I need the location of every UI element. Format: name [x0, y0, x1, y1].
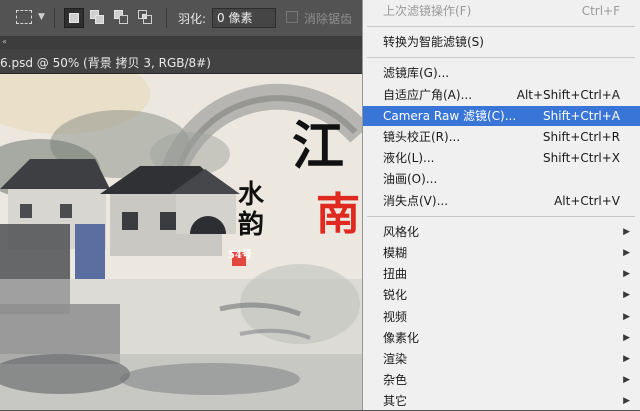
- menu-item-shortcut: Alt+Ctrl+V: [554, 193, 620, 208]
- menu-item[interactable]: 转换为智能滤镜(S): [363, 32, 640, 52]
- menu-item[interactable]: 模糊 ▶: [363, 243, 640, 263]
- menu-item-shortcut: Ctrl+F: [581, 4, 620, 18]
- menu-item-shortcut: Alt+Shift+Ctrl+A: [516, 87, 620, 102]
- add-to-selection-button[interactable]: [88, 8, 108, 28]
- submenu-arrow-icon: ▶: [623, 269, 630, 280]
- menu-item-label: 镜头校正(R)...: [383, 130, 461, 144]
- menu-item-label: 模糊: [383, 246, 408, 260]
- menu-separator: [367, 26, 635, 28]
- menu-item[interactable]: 风格化 ▶: [363, 222, 640, 242]
- menu-item-label: 渲染: [383, 352, 408, 366]
- document-canvas[interactable]: 江 南 水 韵 54号: [0, 74, 362, 410]
- submenu-arrow-icon: ▶: [623, 396, 630, 407]
- divider: [54, 8, 55, 28]
- menu-item-label: 自适应广角(A)...: [383, 87, 473, 102]
- antialias-checkbox[interactable]: [286, 11, 298, 23]
- menu-item-label: 视频: [383, 309, 408, 324]
- menu-item[interactable]: 滤镜库(G)...: [363, 63, 640, 83]
- intersect-selection-button[interactable]: [136, 8, 156, 28]
- submenu-arrow-icon: ▶: [623, 248, 630, 258]
- menu-item: 上次滤镜操作(F) Ctrl+F: [363, 1, 640, 21]
- menu-item-label: 杂色: [383, 373, 408, 388]
- menu-item[interactable]: 锐化 ▶: [363, 285, 640, 305]
- menu-item-label: 扭曲: [383, 267, 408, 282]
- filter-menu: 上次滤镜操作(F) Ctrl+F 转换为智能滤镜(S) 滤镜库(G)... 自适应广角(…: [362, 0, 640, 410]
- menu-item[interactable]: 镜头校正(R)... Shift+Ctrl+R: [363, 127, 640, 147]
- menu-separator: [367, 57, 635, 59]
- menu-item-shortcut: Shift+Ctrl+R: [542, 130, 620, 144]
- menu-item-label: 转换为智能滤镜(S): [383, 35, 484, 50]
- antialias-label: 消除锯齿: [304, 12, 353, 26]
- menu-item-label: 液化(L)...: [383, 151, 435, 166]
- menu-item-label: 其它: [383, 394, 408, 409]
- menu-item[interactable]: 消失点(V)... Alt+Ctrl+V: [363, 191, 640, 211]
- submenu-arrow-icon: ▶: [623, 375, 630, 386]
- menu-item-label: 锐化: [383, 288, 408, 303]
- submenu-arrow-icon: ▶: [623, 311, 630, 322]
- menu-item-label: Camera Raw 滤镜(C)...: [383, 108, 517, 123]
- menu-item-label: 风格化: [383, 224, 420, 239]
- tab-strip: «: [0, 37, 362, 49]
- submenu-arrow-icon: ▶: [623, 354, 630, 364]
- menu-item[interactable]: 杂色 ▶: [363, 370, 640, 390]
- document-tab[interactable]: 6.psd @ 50% (背景 拷贝 3, RGB/8#): [0, 49, 362, 74]
- calligraphy-yun: 韵: [238, 210, 265, 240]
- feather-input[interactable]: 0 像素: [212, 8, 276, 28]
- tool-preset-dropdown-icon[interactable]: ▼: [38, 12, 45, 22]
- menu-item[interactable]: 像素化 ▶: [363, 328, 640, 348]
- rectangular-marquee-icon[interactable]: [16, 10, 32, 24]
- tab-scroll-icon[interactable]: «: [2, 37, 7, 47]
- menu-separator: [367, 215, 635, 217]
- document-title: 6.psd @ 50% (背景 拷贝 3, RGB/8#): [0, 56, 211, 70]
- calligraphy-jiang: 江: [292, 116, 345, 177]
- menu-item-label: 像素化: [383, 330, 420, 345]
- menu-item-label: 滤镜库(G)...: [383, 66, 450, 81]
- menu-item-shortcut: Shift+Ctrl+A: [543, 108, 620, 123]
- menu-item[interactable]: 视频 ▶: [363, 307, 640, 327]
- menu-item-label: 消失点(V)...: [383, 193, 449, 208]
- menu-item[interactable]: 油画(O)...: [363, 169, 640, 189]
- new-selection-button[interactable]: [64, 8, 84, 28]
- menu-item[interactable]: 扭曲 ▶: [363, 264, 640, 284]
- seal-text: 54号: [228, 250, 252, 261]
- menu-item[interactable]: 渲染 ▶: [363, 349, 640, 369]
- menu-item-shortcut: Shift+Ctrl+X: [543, 151, 620, 166]
- menu-item[interactable]: 其它 ▶: [363, 391, 640, 411]
- submenu-arrow-icon: ▶: [623, 332, 630, 343]
- options-bar: ▼ 羽化: 0 像素 消除锯齿: [0, 0, 362, 37]
- calligraphy-nan: 南: [316, 189, 360, 240]
- menu-item[interactable]: 自适应广角(A)... Alt+Shift+Ctrl+A: [363, 85, 640, 105]
- feather-label: 羽化:: [178, 12, 207, 26]
- divider: [166, 8, 167, 28]
- submenu-arrow-icon: ▶: [623, 290, 630, 301]
- subtract-from-selection-button[interactable]: [112, 8, 132, 28]
- menu-item-label: 上次滤镜操作(F): [383, 4, 472, 18]
- submenu-arrow-icon: ▶: [623, 226, 630, 237]
- menu-item-label: 油画(O)...: [383, 172, 438, 187]
- menu-item[interactable]: Camera Raw 滤镜(C)... Shift+Ctrl+A: [363, 105, 640, 126]
- menu-item[interactable]: 液化(L)... Shift+Ctrl+X: [363, 148, 640, 168]
